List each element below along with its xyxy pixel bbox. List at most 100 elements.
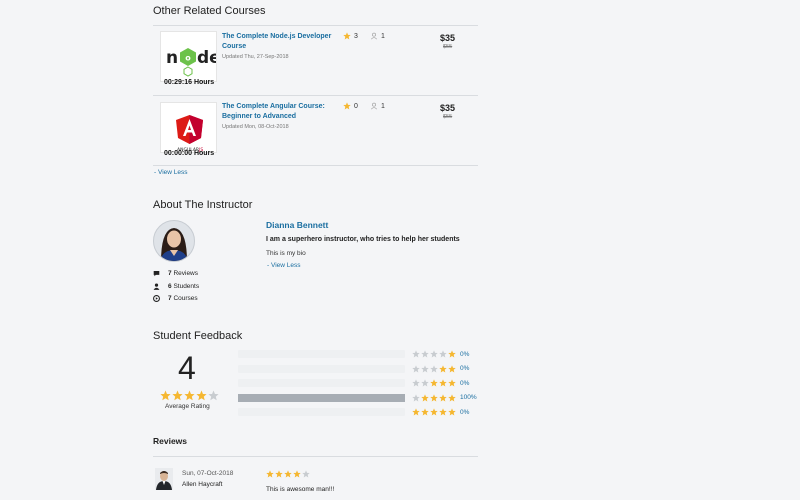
play-circle-icon [153, 295, 160, 302]
rating-percent-link[interactable]: 0% [460, 351, 469, 358]
course-thumbnail[interactable]: ANGULAR JS [160, 102, 217, 153]
rating-row-stars [412, 364, 456, 373]
course-updated: Updated Mon, 08-Oct-2018 [222, 124, 289, 130]
nodejs-logo-icon: n o de [166, 48, 217, 77]
star-filled-icon [412, 408, 420, 416]
course-title-link[interactable]: The Complete Angular Course: Beginner to… [222, 102, 342, 122]
rating-row-stars [412, 350, 456, 358]
star-filled-icon [448, 350, 456, 358]
course-thumbnail[interactable]: n o de [160, 31, 217, 82]
user-icon [153, 283, 160, 290]
angularjs-logo-icon: ANGULAR JS [176, 115, 203, 152]
star-empty-icon [439, 350, 447, 358]
course-title-link[interactable]: The Complete Node.js Developer Course [222, 32, 342, 52]
rating-bar [238, 408, 405, 416]
student-feedback-heading: Student Feedback [153, 330, 243, 342]
star-empty-icon [430, 364, 438, 372]
star-filled-icon [430, 379, 438, 387]
average-rating-value: 4 [178, 350, 196, 386]
rating-bar [238, 364, 405, 373]
rating-percent-link[interactable]: 0% [460, 365, 469, 372]
instructor-reviews-stat: 7 Reviews [153, 270, 198, 277]
star-filled-icon [430, 408, 438, 416]
review-stars [266, 470, 310, 478]
star-filled-icon [448, 379, 456, 387]
star-empty-icon [412, 393, 420, 401]
rating-percent-link[interactable]: 0% [460, 409, 469, 416]
star-filled-icon [439, 364, 447, 372]
star-filled-icon [275, 470, 283, 478]
reviewer-avatar[interactable] [155, 468, 173, 490]
svg-text:de: de [197, 48, 217, 68]
star-filled-icon [439, 408, 447, 416]
course-old-price: $55 [443, 44, 453, 50]
star-filled-icon [284, 470, 292, 478]
star-filled-icon [160, 390, 171, 401]
rating-row-stars [412, 379, 456, 387]
instructor-avatar[interactable] [153, 220, 195, 262]
course-rating: 3 [343, 32, 358, 40]
course-price: $35 [440, 33, 456, 43]
star-filled-icon [172, 390, 183, 401]
star-filled-icon [439, 393, 447, 401]
star-filled-icon [448, 408, 456, 416]
course-old-price: $55 [443, 114, 453, 120]
reviews-heading: Reviews [153, 436, 188, 446]
review-date: Sun, 07-Oct-2018 [182, 470, 234, 477]
rating-bar [238, 350, 405, 358]
star-filled-icon [448, 364, 456, 372]
star-empty-icon [412, 379, 420, 387]
instructor-courses-stat: 7 Courses [153, 295, 198, 302]
rating-bar-fill [238, 393, 405, 402]
reviewer-name: Allen Haycraft [182, 481, 223, 488]
instructor-students-stat: 6 Students [153, 283, 199, 290]
related-courses-heading: Other Related Courses [153, 5, 266, 17]
reviewer-photo-icon [155, 468, 173, 490]
rating-bar [238, 379, 405, 387]
course-students: 1 [370, 32, 385, 40]
instructor-heading: About The Instructor [153, 199, 253, 211]
average-rating-stars [160, 390, 219, 401]
star-filled-icon [293, 470, 301, 478]
star-filled-icon [196, 390, 207, 401]
rating-percent-link[interactable]: 0% [460, 380, 469, 387]
average-rating-label: Average Rating [165, 403, 210, 410]
user-outline-icon [370, 32, 378, 40]
star-empty-icon [208, 390, 219, 401]
star-empty-icon [421, 350, 429, 358]
star-empty-icon [430, 350, 438, 358]
star-filled-icon [184, 390, 195, 401]
view-less-bio-link[interactable]: - View Less [267, 262, 300, 269]
star-icon [343, 102, 351, 110]
rating-percent-link[interactable]: 100% [460, 394, 477, 401]
star-filled-icon [430, 393, 438, 401]
svg-text:o: o [185, 54, 191, 63]
course-price: $35 [440, 103, 456, 113]
view-less-courses-link[interactable]: - View Less [154, 169, 187, 176]
rating-row-stars [412, 408, 456, 416]
course-students: 1 [370, 102, 385, 110]
course-duration: 00:29:16 Hours [164, 79, 215, 86]
comment-icon [153, 271, 160, 277]
rating-bar [238, 393, 405, 402]
star-filled-icon [439, 379, 447, 387]
star-empty-icon [412, 364, 420, 372]
star-filled-icon [421, 408, 429, 416]
course-rating: 0 [343, 102, 358, 110]
instructor-name-link[interactable]: Dianna Bennett [266, 220, 328, 230]
svg-text:n: n [166, 48, 178, 68]
star-filled-icon [448, 393, 456, 401]
star-filled-icon [266, 470, 274, 478]
instructor-photo-icon [153, 220, 195, 262]
review-text: This is awesome man!!! [266, 486, 335, 493]
star-empty-icon [302, 470, 310, 478]
user-outline-icon [370, 102, 378, 110]
course-duration: 00:00:00 Hours [164, 150, 215, 157]
star-icon [343, 32, 351, 40]
star-empty-icon [412, 350, 420, 358]
star-empty-icon [421, 379, 429, 387]
instructor-tagline: I am a superhero instructor, who tries t… [266, 236, 460, 243]
star-filled-icon [421, 393, 429, 401]
star-empty-icon [421, 364, 429, 372]
instructor-bio: This is my bio [266, 250, 306, 257]
